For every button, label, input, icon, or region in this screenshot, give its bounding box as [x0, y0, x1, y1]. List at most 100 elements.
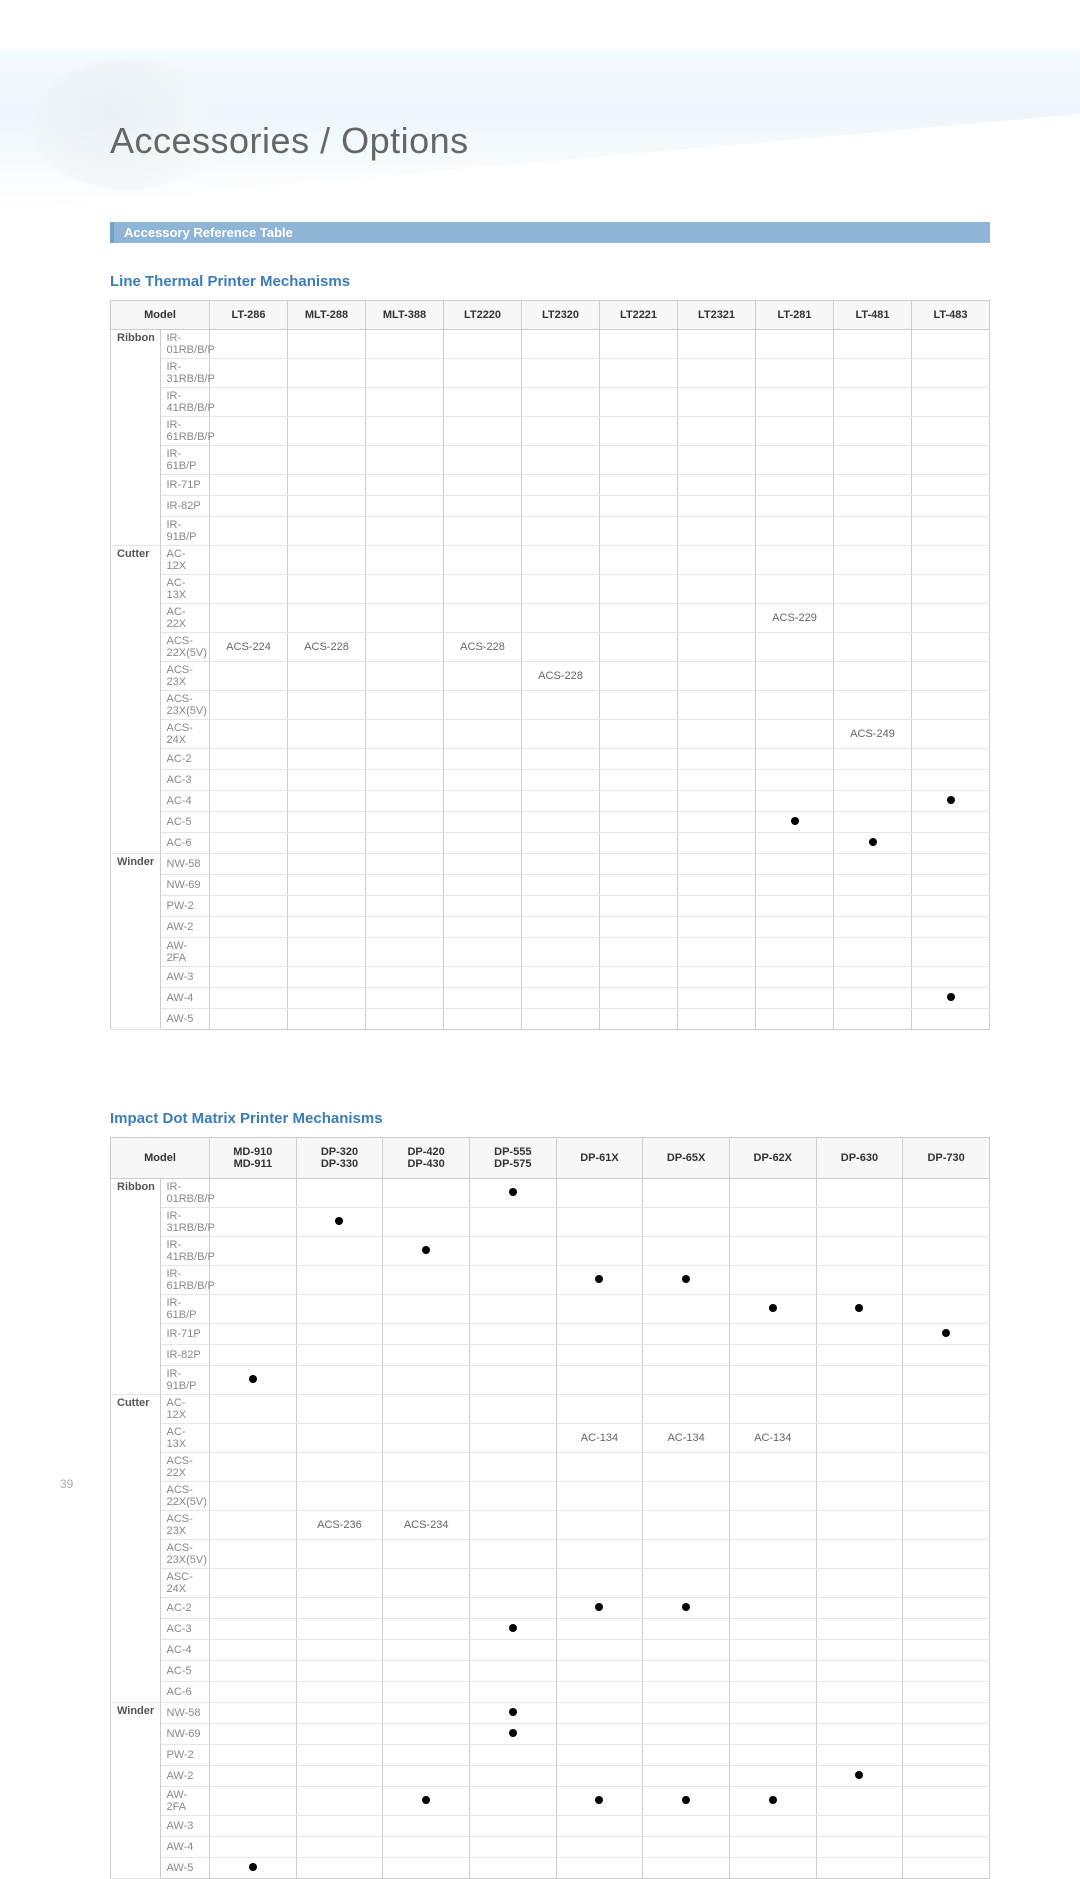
item-cell: AW-2FA — [160, 938, 210, 967]
data-cell — [366, 496, 444, 517]
data-cell — [600, 854, 678, 875]
data-cell — [600, 604, 678, 633]
data-cell — [912, 575, 990, 604]
data-cell — [210, 1453, 297, 1482]
data-cell — [834, 967, 912, 988]
data-cell — [296, 1345, 383, 1366]
data-cell — [903, 1511, 990, 1540]
item-cell: AC-6 — [160, 833, 210, 854]
data-cell — [469, 1266, 556, 1295]
table-row: IR-41RB/B/P — [111, 1237, 990, 1266]
data-cell — [366, 791, 444, 812]
data-cell — [816, 1682, 903, 1703]
item-cell: IR-41RB/B/P — [160, 1237, 210, 1266]
data-cell — [600, 662, 678, 691]
data-cell — [296, 1682, 383, 1703]
data-cell — [556, 1745, 643, 1766]
data-cell — [643, 1569, 730, 1598]
item-cell: IR-61B/P — [160, 1295, 210, 1324]
data-cell — [366, 546, 444, 575]
dot-icon — [422, 1796, 430, 1804]
category-cell: Cutter — [111, 546, 161, 854]
data-cell — [469, 1640, 556, 1661]
table-row: IR-91B/P — [111, 1366, 990, 1395]
data-cell — [296, 1816, 383, 1837]
data-cell — [678, 633, 756, 662]
data-cell — [210, 1482, 297, 1511]
data-cell — [522, 833, 600, 854]
data-cell — [643, 1295, 730, 1324]
data-cell — [816, 1766, 903, 1787]
data-cell — [643, 1366, 730, 1395]
data-cell — [600, 749, 678, 770]
data-cell — [556, 1482, 643, 1511]
data-cell — [729, 1837, 816, 1858]
table-row: IR-61RB/B/P — [111, 417, 990, 446]
table2-col-header: DP-320DP-330 — [296, 1138, 383, 1179]
data-cell — [834, 475, 912, 496]
data-cell — [522, 938, 600, 967]
page-title: Accessories / Options — [110, 120, 990, 162]
data-cell — [678, 496, 756, 517]
data-cell — [366, 720, 444, 749]
data-cell — [296, 1324, 383, 1345]
data-cell — [756, 691, 834, 720]
data-cell — [444, 496, 522, 517]
data-cell — [816, 1816, 903, 1837]
data-cell — [600, 812, 678, 833]
data-cell: ACS-229 — [756, 604, 834, 633]
table1-heading: Line Thermal Printer Mechanisms — [110, 273, 990, 290]
data-cell — [444, 517, 522, 546]
table-row: ACS-22X — [111, 1453, 990, 1482]
data-cell — [444, 546, 522, 575]
dot-icon — [335, 1217, 343, 1225]
item-cell: AW-3 — [160, 1816, 210, 1837]
data-cell — [600, 791, 678, 812]
item-cell: AC-13X — [160, 575, 210, 604]
data-cell — [296, 1569, 383, 1598]
data-cell — [469, 1598, 556, 1619]
data-cell — [729, 1569, 816, 1598]
data-cell — [383, 1661, 470, 1682]
dot-icon — [682, 1603, 690, 1611]
data-cell — [912, 496, 990, 517]
data-cell — [296, 1745, 383, 1766]
data-cell — [444, 988, 522, 1009]
category-cell: Cutter — [111, 1395, 161, 1703]
table-row: AC-13X — [111, 575, 990, 604]
data-cell — [834, 604, 912, 633]
data-cell — [288, 833, 366, 854]
item-cell: AC-4 — [160, 791, 210, 812]
table-row: ACS-23X(5V) — [111, 1540, 990, 1569]
data-cell — [556, 1837, 643, 1858]
data-cell — [366, 604, 444, 633]
data-cell — [643, 1619, 730, 1640]
data-cell — [288, 546, 366, 575]
data-cell — [469, 1745, 556, 1766]
item-cell: AW-2 — [160, 917, 210, 938]
data-cell — [756, 662, 834, 691]
data-cell — [296, 1453, 383, 1482]
data-cell — [643, 1724, 730, 1745]
data-cell — [600, 496, 678, 517]
data-cell — [678, 662, 756, 691]
data-cell — [210, 475, 288, 496]
data-cell — [729, 1682, 816, 1703]
data-cell — [729, 1324, 816, 1345]
data-cell — [383, 1324, 470, 1345]
table-row: ACS-23XACS-228 — [111, 662, 990, 691]
data-cell — [912, 896, 990, 917]
data-cell — [600, 967, 678, 988]
data-cell: ACS-249 — [834, 720, 912, 749]
data-cell — [522, 691, 600, 720]
data-cell — [522, 330, 600, 359]
table2-col-header: DP-420DP-430 — [383, 1138, 470, 1179]
data-cell — [556, 1366, 643, 1395]
data-cell — [556, 1858, 643, 1879]
data-cell — [816, 1837, 903, 1858]
table-row: WinderNW-58 — [111, 854, 990, 875]
table-row: RibbonIR-01RB/B/P — [111, 330, 990, 359]
data-cell — [756, 388, 834, 417]
data-cell — [912, 388, 990, 417]
data-cell — [643, 1640, 730, 1661]
